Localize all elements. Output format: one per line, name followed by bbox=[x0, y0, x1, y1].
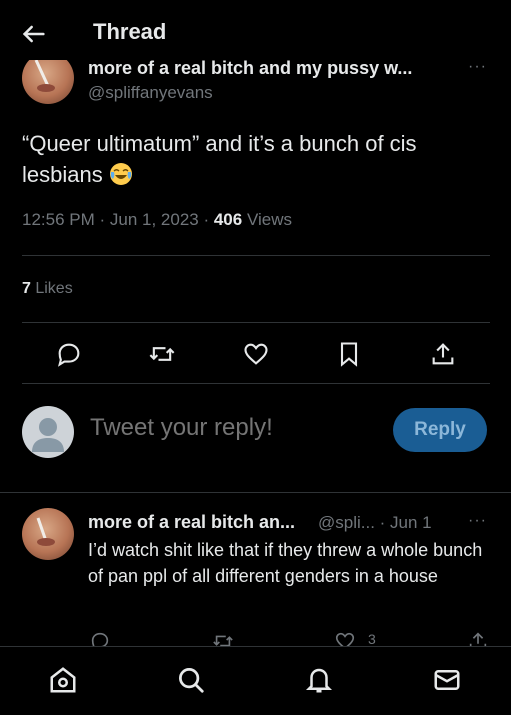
likes-label: Likes bbox=[30, 280, 73, 297]
more-options-icon[interactable]: ··· bbox=[468, 58, 487, 76]
heart-icon[interactable] bbox=[242, 340, 270, 368]
tweet-text-body: “Queer ultimatum” and it’s a bunch of ci… bbox=[22, 131, 417, 187]
tweet-timestamp[interactable]: 12:56 PM · Jun 1, 2023 · bbox=[22, 210, 214, 229]
retweet-icon[interactable] bbox=[148, 340, 176, 368]
divider bbox=[22, 322, 490, 323]
views-count: 406 bbox=[213, 210, 243, 229]
reply-bubble-icon[interactable] bbox=[55, 340, 83, 368]
author-name[interactable]: more of a real bitch and my pussy w... bbox=[88, 58, 438, 79]
reply-tweet-actions bbox=[0, 626, 511, 652]
user-avatar[interactable] bbox=[22, 406, 74, 458]
reply-author-name[interactable]: more of a real bitch an... bbox=[88, 512, 295, 533]
reply-author-avatar[interactable] bbox=[22, 508, 74, 560]
bottom-nav bbox=[0, 646, 511, 715]
reply-tweet-text: I’d watch shit like that if they threw a… bbox=[88, 540, 483, 586]
views-label: Views bbox=[242, 210, 292, 229]
reply-button[interactable]: Reply bbox=[393, 408, 487, 452]
messages-icon[interactable] bbox=[432, 665, 462, 695]
header: Thread bbox=[0, 0, 511, 60]
likes-count: 7 bbox=[22, 280, 31, 297]
reply-author-handle[interactable]: @spli... · Jun 1 bbox=[318, 513, 432, 533]
reply-like-count: 3 bbox=[368, 631, 376, 647]
divider bbox=[22, 383, 490, 384]
search-icon[interactable] bbox=[176, 665, 206, 695]
divider bbox=[22, 255, 490, 256]
page-title: Thread bbox=[93, 19, 167, 44]
likes-line[interactable]: 7 Likes bbox=[22, 280, 73, 298]
tweet-text: “Queer ultimatum” and it’s a bunch of ci… bbox=[22, 128, 482, 190]
share-icon[interactable] bbox=[429, 340, 457, 368]
tweet-meta: 12:56 PM · Jun 1, 2023 · 406 Views bbox=[22, 210, 292, 230]
arrow-left-icon[interactable] bbox=[20, 20, 48, 48]
notifications-icon[interactable] bbox=[304, 665, 334, 695]
divider bbox=[0, 492, 511, 493]
tweet-actions bbox=[0, 336, 511, 372]
face-with-tears-of-joy-icon bbox=[109, 163, 132, 185]
more-options-icon[interactable]: ··· bbox=[468, 512, 487, 530]
reply-input[interactable] bbox=[90, 414, 370, 442]
author-handle[interactable]: @spliffanyevans bbox=[88, 83, 213, 103]
bookmark-icon[interactable] bbox=[335, 340, 363, 368]
home-icon[interactable] bbox=[48, 665, 78, 695]
